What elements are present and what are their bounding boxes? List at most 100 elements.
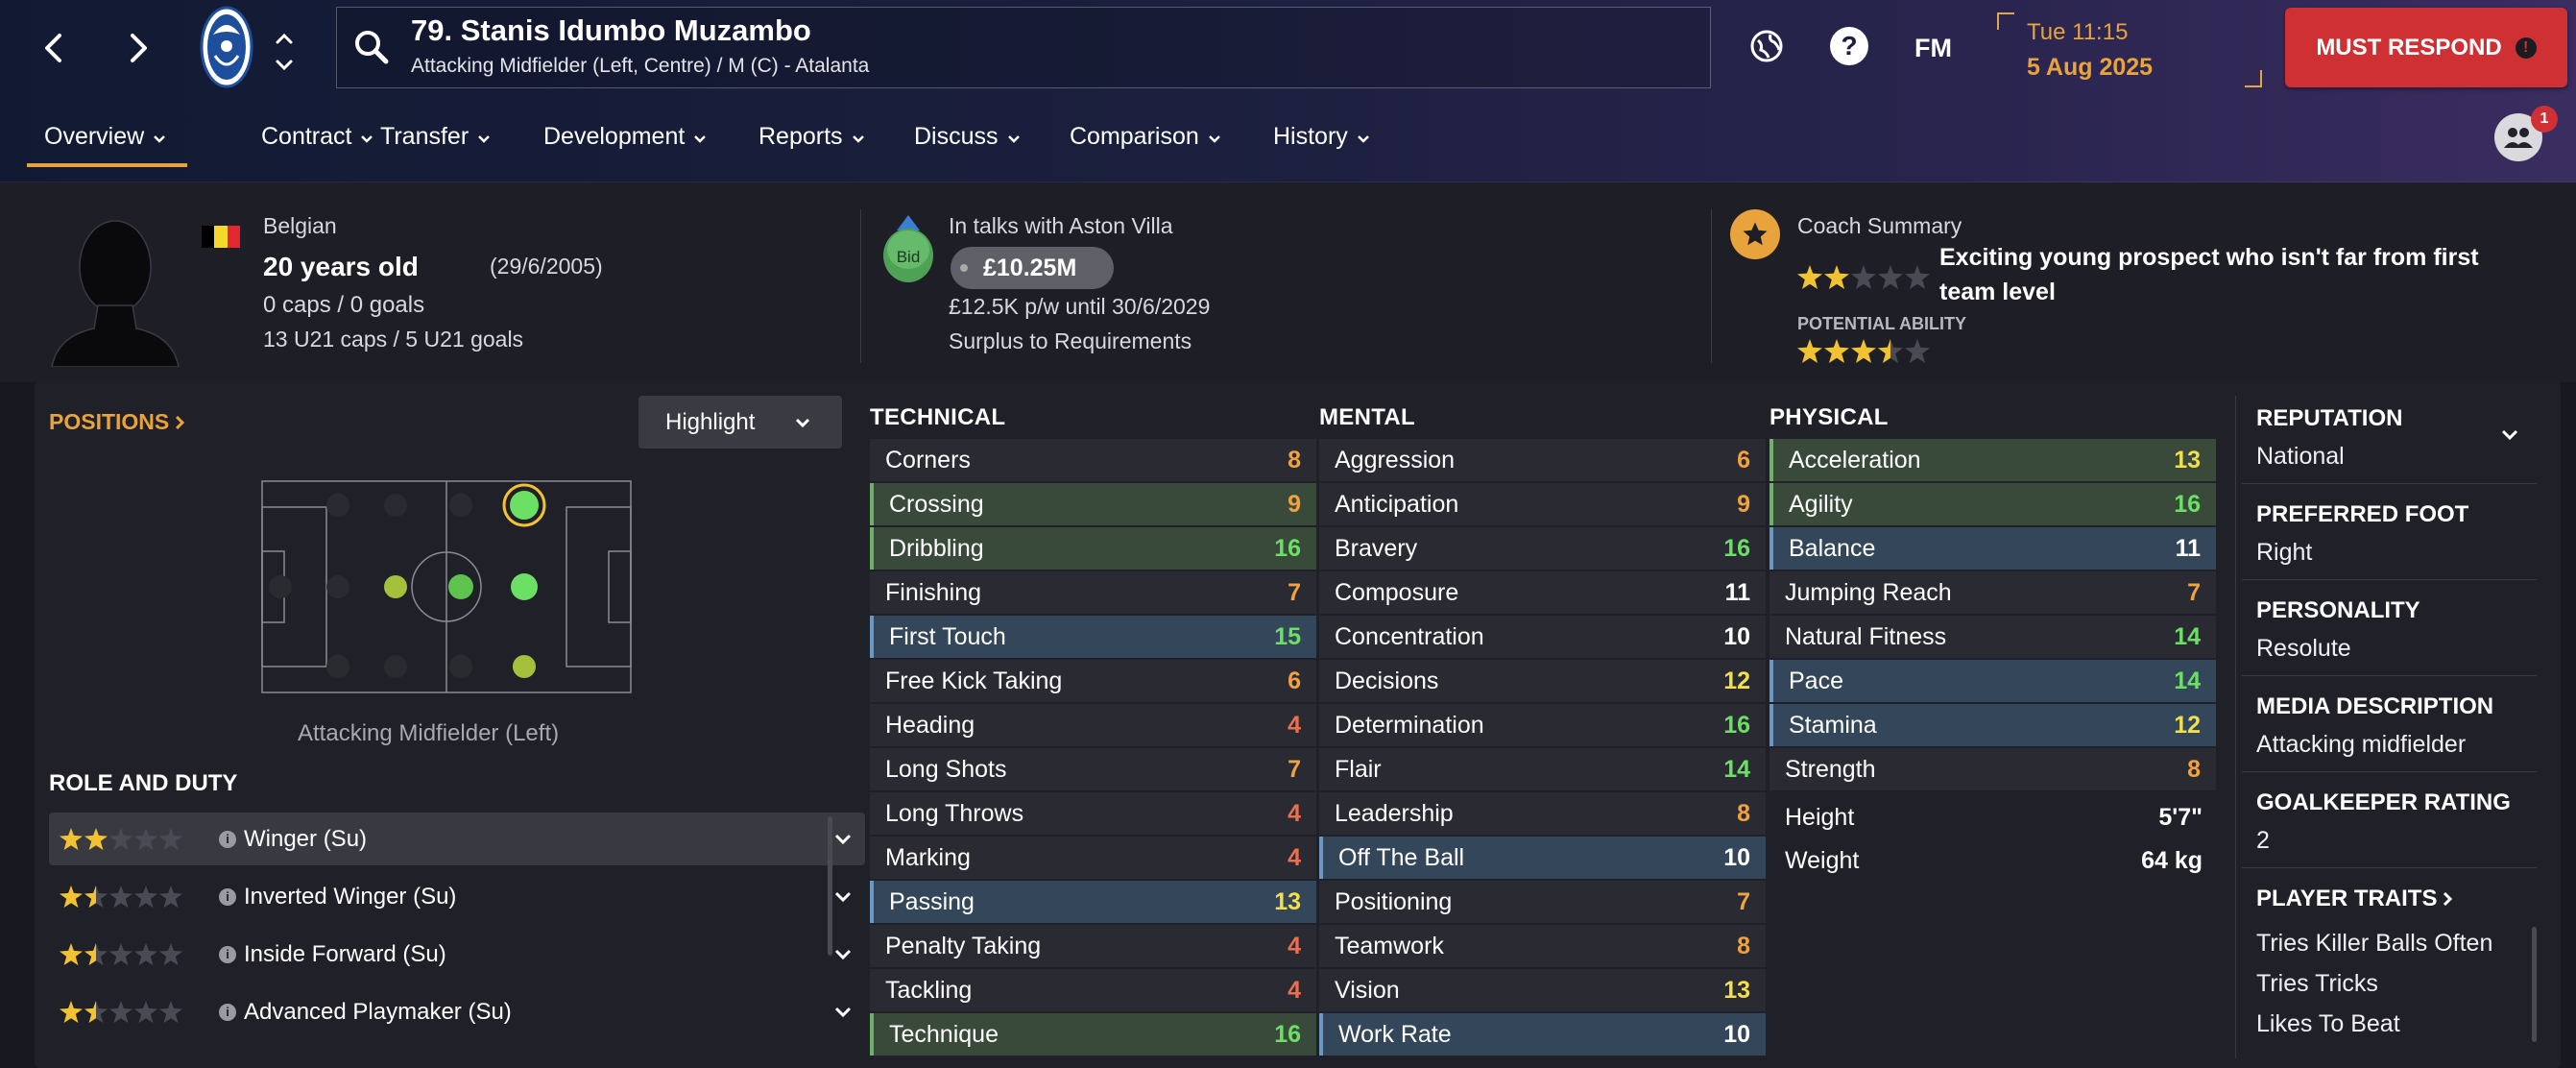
wage-contract: £12.5K p/w until 30/6/2029 xyxy=(949,294,1211,319)
forward-arrow-icon[interactable] xyxy=(129,33,150,63)
current-ability-stars xyxy=(1797,264,1932,300)
attribute-row-heading[interactable]: Heading 4 xyxy=(870,704,1316,746)
attribute-row-determination[interactable]: Determination 16 xyxy=(1319,704,1766,746)
info-icon[interactable]: i xyxy=(219,887,236,906)
current-time[interactable]: Tue 11:15 xyxy=(2027,19,2128,46)
chevron-down-icon[interactable] xyxy=(833,948,853,961)
height-value: 5'7" xyxy=(2158,804,2203,831)
roles-scrollbar[interactable] xyxy=(828,816,832,956)
info-icon[interactable]: i xyxy=(219,830,236,848)
crest-down-chevron-icon[interactable] xyxy=(275,52,294,79)
tab-comparison[interactable]: Comparison xyxy=(1070,123,1221,151)
tab-development[interactable]: Development xyxy=(543,123,707,151)
attribute-row-jumping-reach[interactable]: Jumping Reach 7 xyxy=(1769,571,2216,614)
attribute-row-long-shots[interactable]: Long Shots 7 xyxy=(870,748,1316,790)
attribute-row-concentration[interactable]: Concentration 10 xyxy=(1319,616,1766,658)
search-icon[interactable] xyxy=(353,29,390,72)
back-arrow-icon[interactable] xyxy=(42,33,63,63)
attribute-name: Free Kick Taking xyxy=(885,667,1063,694)
divider xyxy=(2242,483,2537,484)
player-traits-link[interactable]: PLAYER TRAITS xyxy=(2256,886,2454,912)
info-icon[interactable]: i xyxy=(219,1003,236,1021)
u21-caps: 13 U21 caps / 5 U21 goals xyxy=(263,327,524,352)
attribute-row-strength[interactable]: Strength 8 xyxy=(1769,748,2216,790)
chevron-down-icon[interactable] xyxy=(833,833,853,846)
chevron-right-icon xyxy=(2444,891,2453,907)
transfer-value-pill[interactable]: £10.25M xyxy=(951,247,1114,289)
attribute-row-balance[interactable]: Balance 11 xyxy=(1769,527,2216,570)
attribute-value: 13 xyxy=(2174,446,2201,473)
attribute-name: Decisions xyxy=(1335,667,1439,694)
attribute-row-stamina[interactable]: Stamina 12 xyxy=(1769,704,2216,746)
attribute-row-long-throws[interactable]: Long Throws 4 xyxy=(870,792,1316,835)
attribute-row-finishing[interactable]: Finishing 7 xyxy=(870,571,1316,614)
attribute-row-leadership[interactable]: Leadership 8 xyxy=(1319,792,1766,835)
current-date[interactable]: 5 Aug 2025 xyxy=(2027,54,2153,82)
attribute-row-decisions[interactable]: Decisions 12 xyxy=(1319,660,1766,702)
attribute-row-pace[interactable]: Pace 14 xyxy=(1769,660,2216,702)
role-row[interactable]: i Winger (Su) xyxy=(50,813,866,865)
attribute-row-dribbling[interactable]: Dribbling 16 xyxy=(870,527,1316,570)
attribute-row-technique[interactable]: Technique 16 xyxy=(870,1013,1316,1056)
attribute-row-teamwork[interactable]: Teamwork 8 xyxy=(1319,925,1766,967)
tab-contract[interactable]: Contract xyxy=(261,123,373,151)
attribute-row-flair[interactable]: Flair 14 xyxy=(1319,748,1766,790)
reputation-chevron-down-icon[interactable] xyxy=(2500,428,2519,442)
tab-transfer[interactable]: Transfer xyxy=(380,123,491,151)
attribute-value: 8 xyxy=(1737,799,1750,827)
club-crest-icon[interactable] xyxy=(200,6,253,95)
tab-reports[interactable]: Reports xyxy=(758,123,865,151)
role-row[interactable]: i Inside Forward (Su) xyxy=(50,928,866,981)
attribute-row-marking[interactable]: Marking 4 xyxy=(870,837,1316,879)
attribute-row-corners[interactable]: Corners 8 xyxy=(870,439,1316,481)
attribute-value: 8 xyxy=(1288,446,1301,473)
attribute-row-off-the-ball[interactable]: Off The Ball 10 xyxy=(1319,837,1766,879)
attribute-name: Anticipation xyxy=(1335,490,1459,518)
attribute-name: Off The Ball xyxy=(1338,843,1465,871)
globe-icon[interactable] xyxy=(1749,29,1784,70)
positions-link[interactable]: POSITIONS xyxy=(49,409,186,435)
attribute-row-passing[interactable]: Passing 13 xyxy=(870,881,1316,923)
attribute-row-composure[interactable]: Composure 11 xyxy=(1319,571,1766,614)
attribute-row-crossing[interactable]: Crossing 9 xyxy=(870,483,1316,525)
chevron-down-icon[interactable] xyxy=(833,890,853,904)
tab-overview[interactable]: Overview xyxy=(44,123,166,151)
attribute-value: 6 xyxy=(1737,446,1750,473)
attribute-value: 6 xyxy=(1288,667,1301,694)
active-tab-indicator xyxy=(27,163,187,167)
attribute-row-agility[interactable]: Agility 16 xyxy=(1769,483,2216,525)
role-row[interactable]: i Inverted Winger (Su) xyxy=(50,870,866,923)
help-icon[interactable]: ? xyxy=(1830,27,1868,65)
attribute-row-natural-fitness[interactable]: Natural Fitness 14 xyxy=(1769,616,2216,658)
mental-title: MENTAL xyxy=(1319,404,1416,430)
attribute-value: 7 xyxy=(1288,755,1301,783)
tab-history[interactable]: History xyxy=(1273,123,1370,151)
date-frame-corner xyxy=(1997,12,2014,30)
attribute-row-vision[interactable]: Vision 13 xyxy=(1319,969,1766,1011)
chevron-down-icon[interactable] xyxy=(833,1006,853,1019)
bid-icon[interactable]: Bid xyxy=(881,211,935,291)
attribute-row-anticipation[interactable]: Anticipation 9 xyxy=(1319,483,1766,525)
highlight-dropdown[interactable]: Highlight xyxy=(638,396,842,449)
must-respond-button[interactable]: MUST RESPOND ! xyxy=(2285,8,2567,87)
divider xyxy=(2235,396,2236,1058)
attribute-row-free-kick-taking[interactable]: Free Kick Taking 6 xyxy=(870,660,1316,702)
crest-up-chevron-icon[interactable] xyxy=(275,25,294,52)
attribute-row-tackling[interactable]: Tackling 4 xyxy=(870,969,1316,1011)
attribute-name: Technique xyxy=(889,1020,999,1048)
coach-star-icon xyxy=(1730,209,1780,259)
info-icon[interactable]: i xyxy=(219,945,236,963)
attribute-row-aggression[interactable]: Aggression 6 xyxy=(1319,439,1766,481)
pitch-diagram[interactable] xyxy=(261,480,632,700)
attribute-row-penalty-taking[interactable]: Penalty Taking 4 xyxy=(870,925,1316,967)
attribute-row-work-rate[interactable]: Work Rate 10 xyxy=(1319,1013,1766,1056)
attribute-row-first-touch[interactable]: First Touch 15 xyxy=(870,616,1316,658)
attribute-row-positioning[interactable]: Positioning 7 xyxy=(1319,881,1766,923)
tab-discuss[interactable]: Discuss xyxy=(914,123,1021,151)
attribute-row-acceleration[interactable]: Acceleration 13 xyxy=(1769,439,2216,481)
attribute-value: 4 xyxy=(1288,843,1301,871)
attribute-row-bravery[interactable]: Bravery 16 xyxy=(1319,527,1766,570)
traits-scrollbar[interactable] xyxy=(2532,927,2537,1042)
fm-logo[interactable]: FM xyxy=(1914,34,1952,63)
role-row[interactable]: i Advanced Playmaker (Su) xyxy=(50,985,866,1038)
